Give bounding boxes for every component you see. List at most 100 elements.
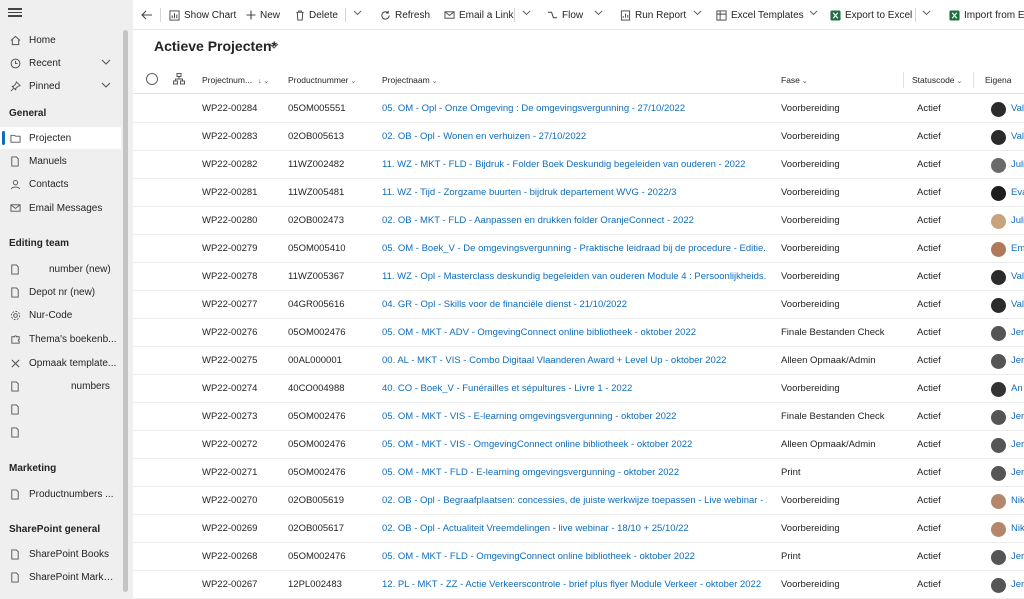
owner-link[interactable]: Juli [1011, 215, 1024, 226]
project-name-link[interactable]: 11. WZ - Opl - Masterclass deskundig beg… [382, 271, 767, 282]
column-divider[interactable] [903, 72, 904, 88]
select-all-checkbox[interactable] [146, 73, 158, 85]
project-name-link[interactable]: 05. OM - Opl - Onze Omgeving : De omgevi… [382, 103, 767, 114]
project-name-link[interactable]: 40. CO - Boek_V - Funérailles et sépultu… [382, 383, 767, 394]
table-row[interactable]: WP22-00271 05OM002476 05. OM - MKT - FLD -… [133, 459, 1024, 487]
sidebar-item-projecten[interactable]: Projecten [0, 127, 121, 149]
column-header-fase[interactable]: Fase ⌄ [781, 75, 808, 85]
refresh-button[interactable]: Refresh [380, 0, 430, 30]
project-name-link[interactable]: 00. AL - MKT - VIS - Combo Digitaal Vlaa… [382, 355, 767, 366]
table-row[interactable]: WP22-00283 02OB005613 02. OB - Opl - Wonen… [133, 123, 1024, 151]
sidebar-item-redacted-1[interactable] [0, 398, 121, 420]
sidebar-item-contacts[interactable]: Contacts [0, 173, 121, 195]
back-button[interactable] [141, 0, 157, 30]
table-row[interactable]: WP22-00279 05OM005410 05. OM - Boek_V - De… [133, 235, 1024, 263]
project-name-link[interactable]: 02. OB - MKT - FLD - Aanpassen en drukke… [382, 215, 767, 226]
sidebar-item-opmaak-templates[interactable]: Opmaak template... [0, 352, 121, 374]
owner-link[interactable]: Jer [1011, 551, 1024, 562]
column-header-eigenaar[interactable]: Eigena [985, 75, 1011, 85]
sidebar-item-pinned[interactable]: Pinned [0, 75, 121, 97]
table-row[interactable]: WP22-00269 02OB005617 02. OB - Opl - Actua… [133, 515, 1024, 543]
project-name-link[interactable]: 05. OM - MKT - FLD - OmgevingConnect onl… [382, 551, 767, 562]
owner-link[interactable]: Em [1011, 243, 1024, 254]
project-name-link[interactable]: 11. WZ - Tijd - Zorgzame buurten - bijdr… [382, 187, 767, 198]
excel-templates-button[interactable]: Excel Templates [716, 0, 804, 30]
project-name-link[interactable]: 02. OB - Opl - Wonen en verhuizen - 27/1… [382, 131, 767, 142]
owner-link[interactable]: Jer [1011, 411, 1024, 422]
sidebar-item-depot-nr[interactable]: Depot nr (new) [0, 281, 121, 303]
owner-link[interactable]: Eva [1011, 187, 1024, 198]
sidebar-item-themas[interactable]: Thema's boekenb... [0, 328, 121, 350]
column-header-productnummer[interactable]: Productnummer ⌄ [288, 75, 356, 85]
owner-link[interactable]: An [1011, 383, 1024, 394]
table-row[interactable]: WP22-00277 04GR005616 04. GR - Opl - Skill… [133, 291, 1024, 319]
owner-link[interactable]: Val [1011, 299, 1024, 310]
chevron-down-icon[interactable] [522, 8, 531, 18]
table-row[interactable]: WP22-00268 05OM002476 05. OM - MKT - FLD -… [133, 543, 1024, 571]
sidebar-item-manuels[interactable]: Manuels [0, 150, 121, 172]
sidebar-item-sharepoint-marketing[interactable]: SharePoint Marke... [0, 566, 121, 588]
project-name-link[interactable]: 02. OB - Opl - Begraafplaatsen: concessi… [382, 495, 767, 506]
sidebar-item-sharepoint-books[interactable]: SharePoint Books [0, 543, 121, 565]
owner-link[interactable]: Val [1011, 271, 1024, 282]
project-name-link[interactable]: 02. OB - Opl - Actualiteit Vreemdelingen… [382, 523, 767, 534]
owner-link[interactable]: Jer [1011, 467, 1024, 478]
hamburger-menu-icon[interactable] [8, 6, 22, 18]
show-chart-button[interactable]: Show Chart [169, 0, 236, 30]
project-name-link[interactable]: 05. OM - MKT - ADV - OmgevingConnect onl… [382, 327, 767, 338]
table-row[interactable]: WP22-00276 05OM002476 05. OM - MKT - ADV -… [133, 319, 1024, 347]
chevron-down-icon[interactable] [922, 8, 931, 18]
new-button[interactable]: New [246, 0, 280, 30]
hierarchy-icon[interactable] [173, 73, 185, 88]
chevron-down-icon[interactable] [809, 8, 818, 18]
table-row[interactable]: WP22-00270 02OB005619 02. OB - Opl - Begra… [133, 487, 1024, 515]
sidebar-item-productnumbers[interactable]: Productnumbers ... [0, 483, 121, 505]
table-row[interactable]: WP22-00272 05OM002476 05. OM - MKT - VIS -… [133, 431, 1024, 459]
chevron-down-icon[interactable] [594, 8, 603, 18]
column-divider[interactable] [973, 72, 974, 88]
owner-link[interactable]: Juli [1011, 159, 1024, 170]
chevron-down-icon[interactable] [101, 57, 111, 67]
table-row[interactable]: WP22-00267 12PL002483 12. PL - MKT - ZZ - … [133, 571, 1024, 599]
table-row[interactable]: WP22-00281 11WZ005481 11. WZ - Tijd - Zorg… [133, 179, 1024, 207]
import-from-excel-button[interactable]: Import from E [949, 0, 1024, 30]
sidebar-scrollbar[interactable] [123, 30, 128, 592]
project-name-link[interactable]: 04. GR - Opl - Skills voor de financiële… [382, 299, 767, 310]
project-name-link[interactable]: 05. OM - MKT - FLD - E-learning omgeving… [382, 467, 767, 478]
sidebar-item-numbers[interactable]: numbers [0, 375, 121, 397]
table-row[interactable]: WP22-00273 05OM002476 05. OM - MKT - VIS -… [133, 403, 1024, 431]
project-name-link[interactable]: 11. WZ - MKT - FLD - Bijdruk - Folder Bo… [382, 159, 767, 170]
sidebar-item-number-new[interactable]: number (new) [0, 258, 121, 280]
email-link-button[interactable]: Email a Link [444, 0, 513, 30]
flow-button[interactable]: Flow [547, 0, 583, 30]
sidebar-item-redacted-2[interactable] [0, 421, 121, 443]
view-title[interactable]: Actieve Projecten* [154, 38, 277, 54]
column-header-projectnaam[interactable]: Projectnaam ⌄ [382, 75, 438, 85]
delete-button[interactable]: Delete [295, 0, 338, 30]
project-name-link[interactable]: 12. PL - MKT - ZZ - Actie Verkeerscontro… [382, 579, 767, 590]
owner-link[interactable]: Nik [1011, 523, 1024, 534]
project-name-link[interactable]: 05. OM - MKT - VIS - E-learning omgeving… [382, 411, 767, 422]
project-name-link[interactable]: 05. OM - Boek_V - De omgevingsvergunning… [382, 243, 767, 254]
sidebar-item-nur-code[interactable]: Nur-Code [0, 304, 121, 326]
table-row[interactable]: WP22-00278 11WZ005367 11. WZ - Opl - Maste… [133, 263, 1024, 291]
table-row[interactable]: WP22-00282 11WZ002482 11. WZ - MKT - FLD -… [133, 151, 1024, 179]
column-header-statuscode[interactable]: Statuscode ⌄ [912, 75, 962, 85]
owner-link[interactable]: Jer [1011, 355, 1024, 366]
sidebar-item-email-messages[interactable]: Email Messages [0, 197, 121, 219]
owner-link[interactable]: Val [1011, 131, 1024, 142]
chevron-down-icon[interactable] [269, 41, 279, 52]
chevron-down-icon[interactable] [693, 8, 702, 18]
sidebar-item-home[interactable]: Home [0, 29, 121, 51]
owner-link[interactable]: Jer [1011, 439, 1024, 450]
column-header-projectnummer[interactable]: Projectnum... ↓ ⌄ [202, 75, 269, 85]
owner-link[interactable]: Nik [1011, 495, 1024, 506]
table-row[interactable]: WP22-00280 02OB002473 02. OB - MKT - FLD -… [133, 207, 1024, 235]
export-excel-button[interactable]: Export to Excel [830, 0, 912, 30]
run-report-button[interactable]: Run Report [620, 0, 686, 30]
chevron-down-icon[interactable] [101, 80, 111, 90]
table-row[interactable]: WP22-00275 00AL000001 00. AL - MKT - VIS -… [133, 347, 1024, 375]
sidebar-item-recent[interactable]: Recent [0, 52, 121, 74]
table-row[interactable]: WP22-00284 05OM005551 05. OM - Opl - Onze … [133, 95, 1024, 123]
owner-link[interactable]: Val [1011, 103, 1024, 114]
